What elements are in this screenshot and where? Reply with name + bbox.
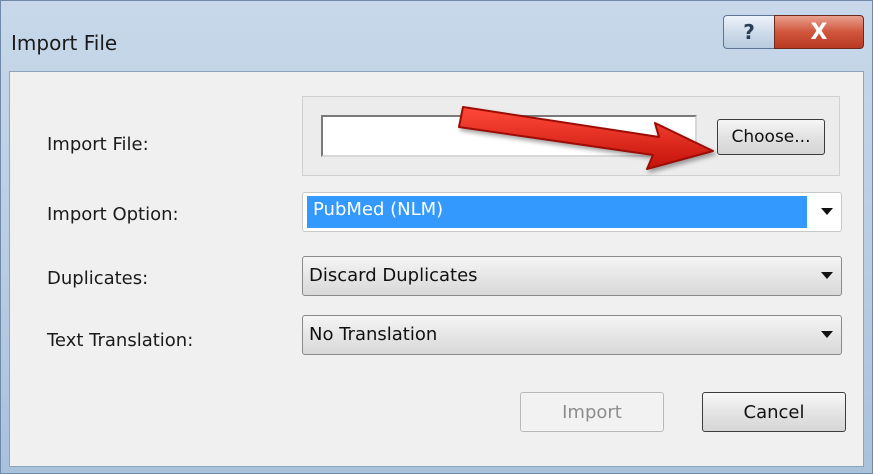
chevron-down-icon[interactable] bbox=[821, 331, 833, 338]
cancel-button[interactable]: Cancel bbox=[702, 392, 846, 432]
duplicates-label: Duplicates: bbox=[47, 268, 149, 289]
text-translation-select[interactable]: No Translation bbox=[302, 315, 842, 355]
help-button[interactable]: ? bbox=[723, 15, 775, 49]
title-bar[interactable]: Import File ? X bbox=[1, 1, 872, 71]
red-arrow-icon bbox=[458, 106, 714, 170]
chevron-down-icon[interactable] bbox=[821, 208, 833, 215]
duplicates-select[interactable]: Discard Duplicates bbox=[302, 256, 842, 296]
import-option-select[interactable]: PubMed (NLM) bbox=[302, 192, 842, 232]
text-translation-value: No Translation bbox=[309, 324, 438, 345]
close-button[interactable]: X bbox=[774, 15, 864, 49]
import-file-dialog: Import File ? X Import File: Choose... I… bbox=[0, 0, 873, 474]
chevron-down-icon[interactable] bbox=[821, 272, 833, 279]
dialog-title: Import File bbox=[11, 31, 118, 55]
close-icon: X bbox=[810, 19, 828, 45]
duplicates-value: Discard Duplicates bbox=[309, 265, 478, 286]
import-file-label: Import File: bbox=[47, 134, 149, 155]
text-translation-label: Text Translation: bbox=[47, 330, 194, 351]
help-icon: ? bbox=[743, 20, 755, 44]
import-option-value: PubMed (NLM) bbox=[313, 199, 444, 220]
import-option-label: Import Option: bbox=[47, 204, 179, 225]
import-button[interactable]: Import bbox=[520, 392, 664, 432]
